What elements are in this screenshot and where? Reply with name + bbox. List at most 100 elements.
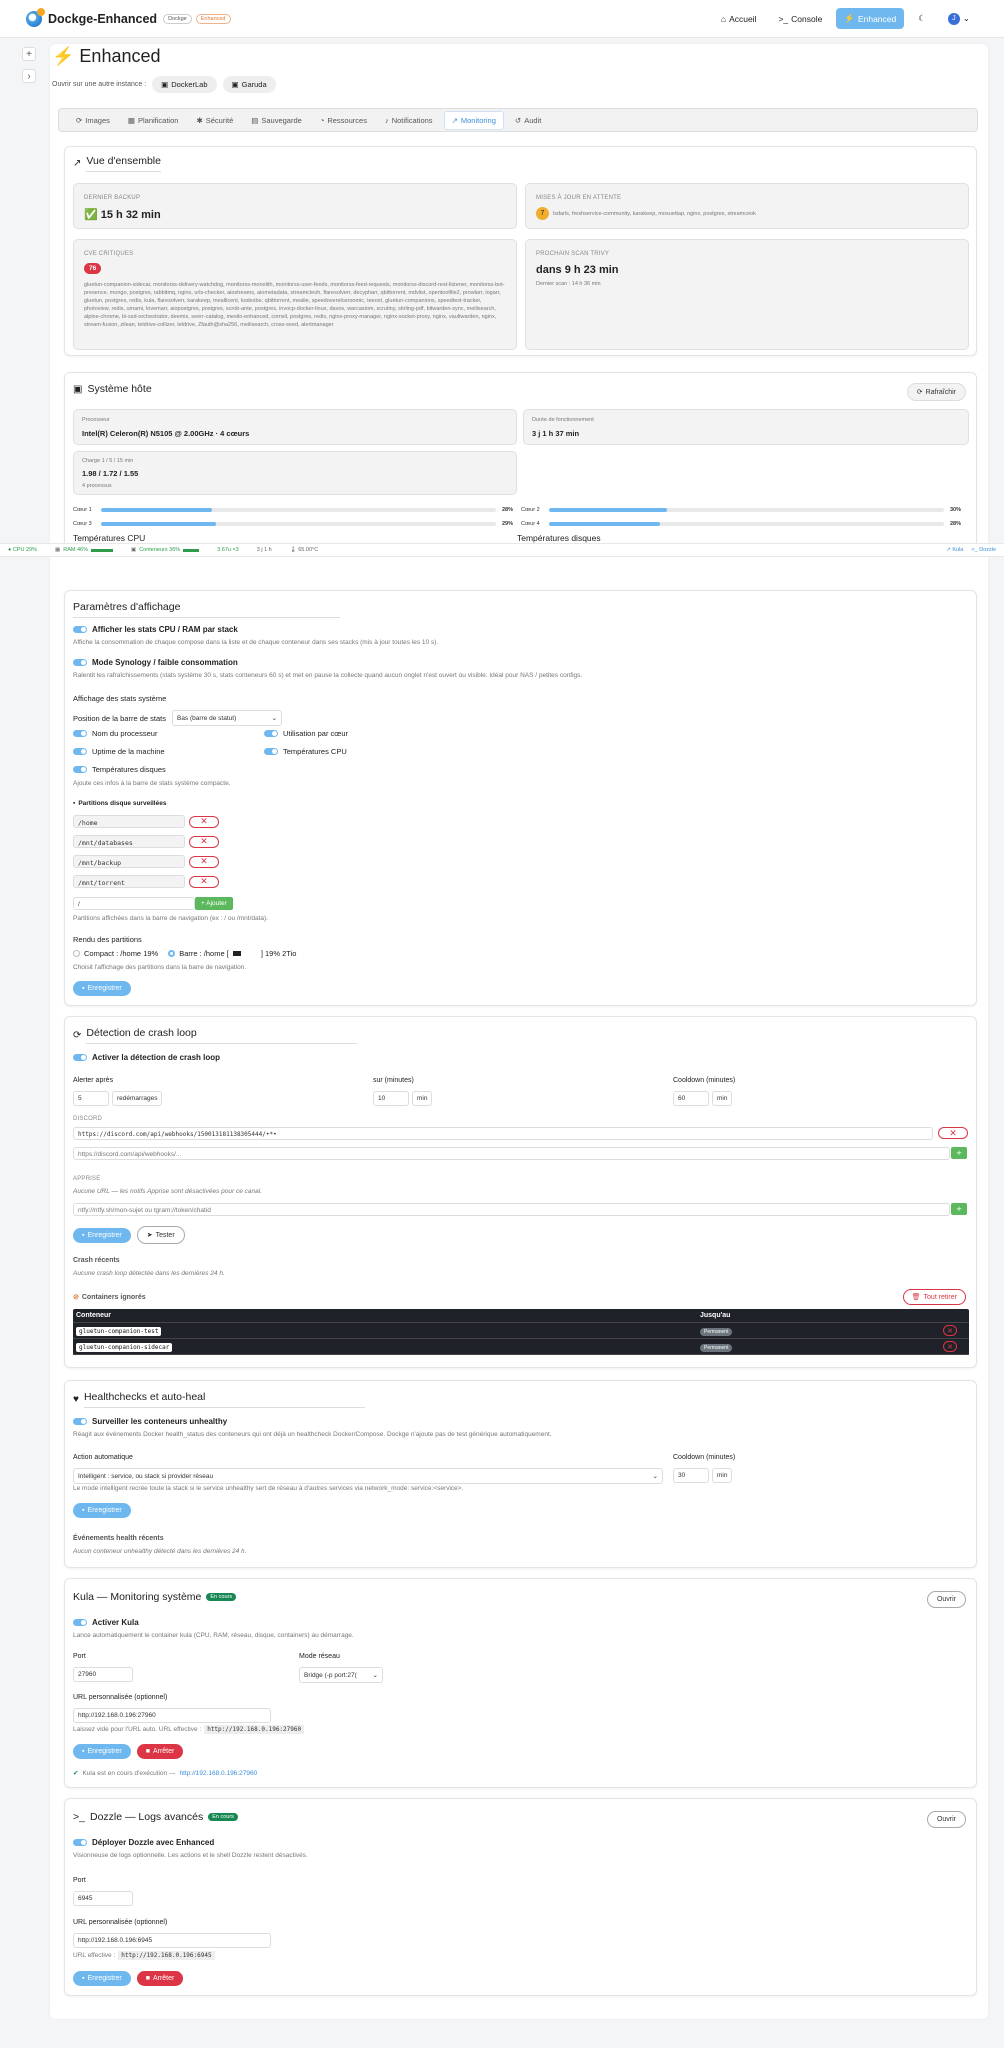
nav-home[interactable]: ⌂ Accueil <box>713 9 765 29</box>
unhealthy-monitor-toggle[interactable] <box>73 1418 87 1425</box>
expand-sidebar-button[interactable]: › <box>22 69 36 83</box>
kula-status-badge: En cours <box>206 1593 237 1601</box>
remove-all-ignored-button[interactable]: 🗑 Tout retirer <box>902 1289 966 1305</box>
tab-securite[interactable]: ✱ Sécurité <box>189 112 240 129</box>
core-usage-fill <box>549 508 668 512</box>
tab-monitoring[interactable]: ↗ Monitoring <box>443 110 504 130</box>
save-icon: ▪ <box>82 1748 85 1755</box>
remove-ignored-button[interactable]: ✕ <box>943 1325 957 1336</box>
tab-sauvegarde[interactable]: ▤ Sauvegarde <box>244 112 309 129</box>
cpu-temps-toggle[interactable] <box>264 748 278 755</box>
kula-enable-toggle[interactable] <box>73 1619 87 1626</box>
display-save-button[interactable]: ▪ Enregistrer <box>73 981 131 996</box>
discord-new-url-input[interactable]: https://discord.com/api/webhooks/... <box>73 1147 950 1160</box>
dozzle-stop-button[interactable]: ■ Arrêter <box>136 1971 184 1986</box>
chevron-down-icon: ⌄ <box>372 1672 378 1679</box>
kula-open-button[interactable]: Ouvrir <box>926 1591 966 1608</box>
apprise-url-input[interactable]: ntfy://ntfy.sh/mon-sujet ou tgram://toke… <box>73 1203 950 1216</box>
bar-position-select[interactable]: Bas (barre de statut) ⌄ <box>171 710 282 726</box>
dockge-logo[interactable] <box>26 7 45 27</box>
tab-notifications[interactable]: ♪ Notifications <box>378 112 440 129</box>
disk-temps-toggle[interactable] <box>73 766 87 773</box>
discord-webhook-url[interactable]: https://discord.com/api/webhooks/1500131… <box>73 1127 933 1140</box>
remove-partition-button[interactable]: ✕ <box>189 855 219 868</box>
crash-loop-toggle[interactable] <box>73 1054 87 1061</box>
crash-cooldown-input[interactable]: 60 <box>673 1091 709 1106</box>
health-save-button[interactable]: ▪ Enregistrer <box>73 1503 131 1518</box>
plus-icon: + <box>956 1204 962 1214</box>
trivy-last-scan: Dernier scan : 14 h 36 min <box>536 281 601 287</box>
uptime-toggle[interactable] <box>73 748 87 755</box>
remove-partition-button[interactable]: ✕ <box>189 815 219 828</box>
processor-name-toggle[interactable] <box>73 730 87 737</box>
dozzle-url-input[interactable]: http://192.168.0.196:6945 <box>73 1933 271 1948</box>
instance-garuda[interactable]: ▣ Garuda <box>222 76 276 93</box>
app-title[interactable]: Dockge-Enhanced <box>48 12 157 26</box>
add-discord-button[interactable]: + <box>951 1147 967 1159</box>
close-icon: ✕ <box>200 856 208 866</box>
tab-audit[interactable]: ↺ Audit <box>508 112 548 129</box>
kula-url-link[interactable]: http://192.168.0.196:27960 <box>179 1770 257 1777</box>
dozzle-open-button[interactable]: Ouvrir <box>926 1811 966 1828</box>
dozzle-save-button[interactable]: ▪ Enregistrer <box>73 1971 131 1986</box>
core-usage-bar <box>549 508 944 512</box>
tab-planification[interactable]: ▦ Planification <box>121 112 186 129</box>
alert-restarts-input[interactable]: 5 <box>73 1091 109 1106</box>
last-backup-value: ✅ 15 h 32 min <box>84 209 161 221</box>
new-partition-input[interactable]: / <box>73 897 195 910</box>
render-compact-radio[interactable] <box>73 950 80 957</box>
add-stack-button[interactable]: + <box>22 47 36 61</box>
refresh-button[interactable]: ⟳ Rafraîchir <box>906 383 966 401</box>
sb-kula-link[interactable]: ↗ Kula <box>946 547 963 553</box>
auto-action-select[interactable]: Intelligent : service, ou stack si provi… <box>73 1468 663 1484</box>
kula-card: Kula — Monitoring système En cours Ouvrir… <box>64 1578 977 1788</box>
health-cooldown-input[interactable]: 30 <box>673 1468 709 1483</box>
core-usage-bar <box>101 522 496 526</box>
add-apprise-button[interactable]: + <box>951 1203 967 1215</box>
instance-dockerlab[interactable]: ▣ DockerLab <box>152 76 217 93</box>
window-minutes-input[interactable]: 10 <box>373 1091 409 1106</box>
per-core-toggle[interactable] <box>264 730 278 737</box>
dozzle-port-input[interactable]: 6945 <box>73 1891 133 1906</box>
remove-partition-button[interactable]: ✕ <box>189 875 219 888</box>
kula-stop-button[interactable]: ■ Arrêter <box>136 1744 184 1759</box>
theme-toggle[interactable]: ☾ <box>910 8 934 29</box>
stop-icon: ■ <box>145 1748 150 1755</box>
kula-network-mode-select[interactable]: Bridge (-p port:27(⌄ <box>299 1667 383 1683</box>
dozzle-deploy-toggle[interactable] <box>73 1839 87 1846</box>
tab-ressources[interactable]: ◔ Ressources <box>313 112 374 129</box>
core-usage-bar <box>101 508 496 512</box>
dozzle-card: >_ Dozzle — Logs avancés En cours Ouvrir D… <box>64 1798 977 1996</box>
synology-mode-toggle[interactable] <box>73 659 87 666</box>
per-stack-stats-toggle[interactable] <box>73 626 87 633</box>
chart-icon: ↗ <box>451 115 458 125</box>
memory-icon: ▦ <box>55 547 61 553</box>
add-partition-button[interactable]: + Ajouter <box>195 897 233 910</box>
nav-console[interactable]: >_ Console <box>770 9 830 29</box>
remove-discord-button[interactable]: ✕ <box>938 1127 968 1139</box>
kula-url-input[interactable]: http://192.168.0.196:27960 <box>73 1708 271 1723</box>
tab-images[interactable]: ⟳ Images <box>69 112 117 129</box>
partition-path: /home <box>73 815 185 828</box>
until-badge: Permanent <box>700 1328 733 1336</box>
check-circle-icon: ✔ <box>73 1770 79 1777</box>
kula-port-input[interactable]: 27960 <box>73 1667 133 1682</box>
core-usage-row: Cœur 2 30% <box>521 507 961 513</box>
trash-icon: 🗑 <box>911 1294 921 1301</box>
bolt-icon: ⚡ <box>844 13 855 23</box>
sb-uptime: 3 j 1 h <box>256 547 272 553</box>
enhanced-tabs: ⟳ Images ▦ Planification ✱ Sécurité ▤ Sauveg… <box>58 108 978 132</box>
render-bar-radio[interactable] <box>168 950 176 957</box>
remove-partition-button[interactable]: ✕ <box>189 835 219 848</box>
crash-test-button[interactable]: ➤ Tester <box>136 1226 185 1244</box>
thermometer-icon: 🌡 <box>289 547 297 553</box>
profile-dropdown[interactable]: J ⌄ <box>940 8 978 30</box>
save-icon: ▪ <box>82 1507 85 1514</box>
kula-save-button[interactable]: ▪ Enregistrer <box>73 1744 131 1759</box>
ignored-container-name: gluetun-companion-sidecar <box>76 1343 173 1352</box>
nav-enhanced[interactable]: ⚡ Enhanced <box>836 8 905 29</box>
sb-dozzle-link[interactable]: >_ Dozzle <box>971 547 996 553</box>
crash-save-button[interactable]: ▪ Enregistrer <box>73 1227 131 1243</box>
close-icon: ✕ <box>200 816 208 826</box>
remove-ignored-button[interactable]: ✕ <box>943 1341 957 1352</box>
